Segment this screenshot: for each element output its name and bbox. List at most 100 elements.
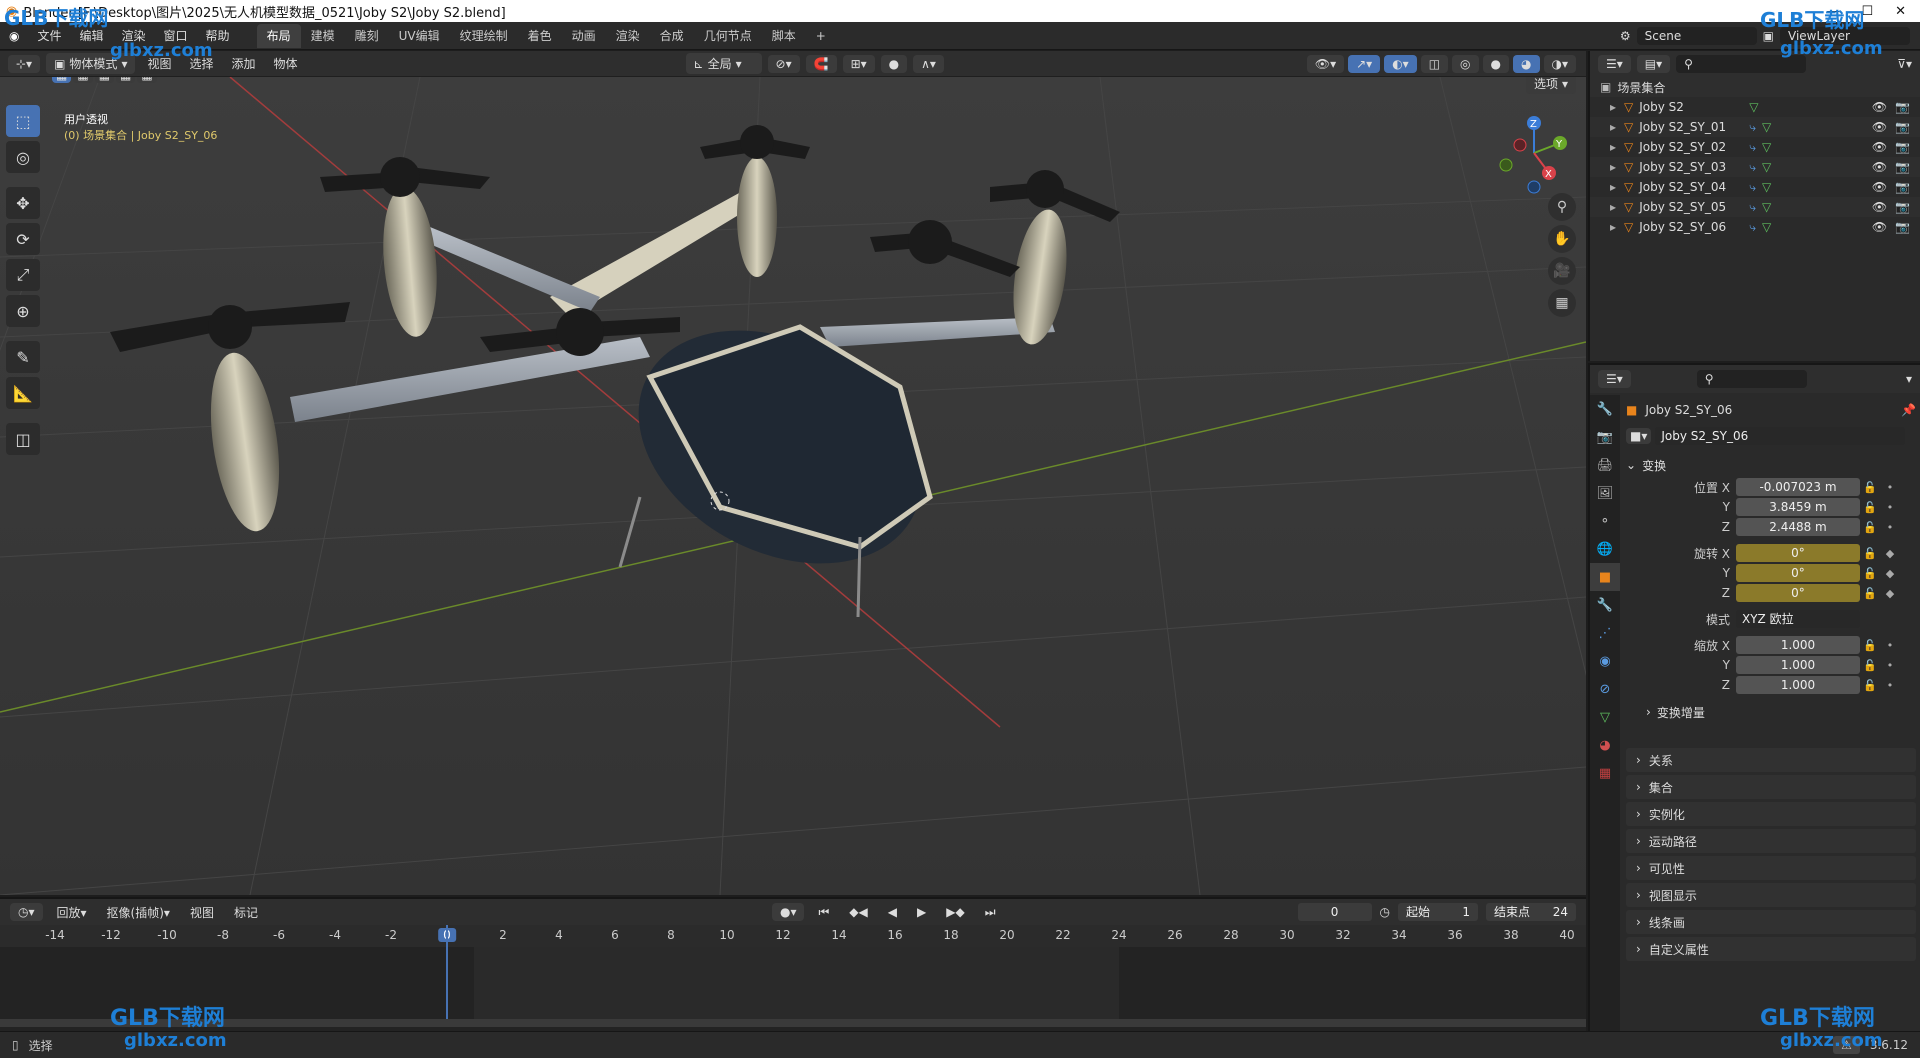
lock-icon[interactable]: 🔓 (1860, 521, 1880, 534)
output-tab-icon[interactable]: 🖨 (1590, 451, 1620, 479)
eye-icon[interactable]: 👁 (1872, 120, 1887, 134)
lock-icon[interactable]: 🔓 (1860, 501, 1880, 514)
chevron-right-icon[interactable]: ▸ (1610, 160, 1616, 174)
play-icon[interactable]: ▶ (911, 905, 932, 919)
properties-search-input[interactable]: ⚲ (1696, 370, 1807, 388)
keyframe-dot-icon[interactable]: • (1880, 679, 1900, 692)
tab-texture-paint[interactable]: 纹理绘制 (450, 24, 518, 48)
keying-menu[interactable]: 抠像(插帧)▾ (101, 904, 176, 921)
location-y-field[interactable]: 3.8459 m (1736, 498, 1860, 516)
modifier-icon[interactable]: ⤷ (1749, 120, 1756, 135)
scale-z-field[interactable]: 1.000 (1736, 676, 1860, 694)
mesh-data-icon[interactable]: ▽ (1762, 200, 1771, 214)
properties-subpanel[interactable]: › 线条画 (1626, 910, 1916, 934)
move-tool-icon[interactable]: ✥ (6, 187, 40, 219)
object-browse-icon[interactable]: ■▾ (1626, 428, 1652, 444)
chevron-right-icon[interactable]: ▸ (1610, 140, 1616, 154)
lock-icon[interactable]: 🔓 (1860, 587, 1880, 600)
select-new-icon[interactable]: ▦ (52, 77, 72, 83)
frame-range-area[interactable] (474, 947, 1119, 1027)
annotate-tool-icon[interactable]: ✎ (6, 341, 40, 373)
snap-button[interactable]: 🧲 (805, 54, 837, 73)
keyframe-dot-icon[interactable]: • (1880, 501, 1900, 514)
xray-button[interactable]: ◫ (1420, 54, 1449, 73)
select-subtract-icon[interactable]: ▦ (94, 77, 115, 83)
chevron-right-icon[interactable]: ▸ (1610, 180, 1616, 194)
particles-tab-icon[interactable]: ⋰ (1590, 619, 1620, 647)
close-icon[interactable]: ✕ (1895, 4, 1906, 19)
jump-end-icon[interactable]: ⏭ (979, 905, 1002, 920)
chevron-right-icon[interactable]: ▸ (1610, 220, 1616, 234)
modifier-tab-icon[interactable]: 🔧 (1590, 591, 1620, 619)
cursor-tool-icon[interactable]: ◎ (6, 141, 40, 173)
select-invert-icon[interactable]: ▦ (116, 77, 136, 83)
lock-icon[interactable]: 🔓 (1860, 679, 1880, 692)
proportional-edit-button[interactable]: ● (880, 54, 908, 73)
timeline-editor-type-button[interactable]: ◷▾ (10, 903, 43, 921)
world-tab-icon[interactable]: 🌐 (1590, 535, 1620, 563)
lock-icon[interactable]: 🔓 (1860, 659, 1880, 672)
rotation-y-field[interactable]: 0° (1736, 564, 1860, 582)
start-frame-field[interactable]: 起始 1 (1398, 903, 1478, 921)
wireframe-shading-button[interactable]: ◎ (1452, 54, 1479, 73)
view-layer-tab-icon[interactable]: 🖼 (1590, 479, 1620, 507)
lock-icon[interactable]: 🔓 (1860, 547, 1880, 560)
tab-uv-editing[interactable]: UV编辑 (389, 24, 450, 48)
gizmo-toggle-button[interactable]: ↗▾ (1348, 54, 1381, 73)
render-camera-icon[interactable]: 📷 (1895, 220, 1910, 234)
modifier-icon[interactable]: ⤷ (1749, 220, 1756, 235)
render-camera-icon[interactable]: 📷 (1895, 180, 1910, 194)
object-name-field[interactable]: Joby S2_SY_06 (1655, 427, 1906, 445)
scale-tool-icon[interactable]: ⤢ (6, 259, 40, 291)
timeline-scrollbar[interactable] (0, 1019, 1586, 1027)
properties-subpanel[interactable]: › 实例化 (1626, 802, 1916, 826)
playback-menu[interactable]: 回放▾ (51, 904, 93, 921)
select-box-tool-icon[interactable]: ⬚ (6, 105, 40, 137)
keyframe-diamond-icon[interactable]: ◆ (1880, 547, 1900, 560)
rotate-tool-icon[interactable]: ⟳ (6, 223, 40, 255)
preview-range-icon[interactable]: ◷ (1380, 905, 1390, 919)
outliner-item[interactable]: ▸ ▽ Joby S2_SY_06 ⤷ ▽ 👁 📷 (1590, 217, 1920, 237)
object-tab-icon[interactable]: ■ (1590, 563, 1620, 591)
mesh-data-icon[interactable]: ▽ (1762, 220, 1771, 234)
pivot-point-button[interactable]: ⊘▾ (767, 54, 800, 73)
keyframe-dot-icon[interactable]: • (1880, 521, 1900, 534)
properties-subpanel[interactable]: › 运动路径 (1626, 829, 1916, 853)
lock-icon[interactable]: 🔓 (1860, 567, 1880, 580)
transform-panel-header[interactable]: ⌄ 变换 (1626, 453, 1916, 477)
outliner-item[interactable]: ▸ ▽ Joby S2_SY_01 ⤷ ▽ 👁 📷 (1590, 117, 1920, 137)
eye-icon[interactable]: 👁 (1872, 100, 1887, 114)
chevron-right-icon[interactable]: ▸ (1610, 100, 1616, 114)
tab-compositing[interactable]: 合成 (650, 24, 694, 48)
playhead-line[interactable] (446, 925, 448, 1027)
render-camera-icon[interactable]: 📷 (1895, 120, 1910, 134)
timeline-view-menu[interactable]: 视图 (184, 904, 220, 921)
eye-icon[interactable]: 👁 (1872, 200, 1887, 214)
properties-editor-type-button[interactable]: ☰▾ (1598, 370, 1631, 388)
scale-x-field[interactable]: 1.000 (1736, 636, 1860, 654)
keyframe-dot-icon[interactable]: • (1880, 639, 1900, 652)
chevron-right-icon[interactable]: ▸ (1610, 200, 1616, 214)
scene-icon[interactable]: ⚙ (1620, 29, 1631, 43)
eye-icon[interactable]: 👁 (1872, 180, 1887, 194)
lock-icon[interactable]: 🔓 (1860, 481, 1880, 494)
modifier-icon[interactable]: ⤷ (1749, 200, 1756, 215)
keyframe-dot-icon[interactable]: • (1880, 659, 1900, 672)
keyframe-diamond-icon[interactable]: ◆ (1880, 587, 1900, 600)
filter-icon[interactable]: ⊽▾ (1897, 57, 1920, 71)
end-frame-field[interactable]: 结束点 24 (1486, 903, 1576, 921)
render-tab-icon[interactable]: 📷 (1590, 423, 1620, 451)
select-extend-icon[interactable]: ▦ (73, 77, 93, 83)
jump-start-icon[interactable]: ⏮ (812, 905, 835, 920)
auto-keying-button[interactable]: ●▾ (771, 903, 805, 921)
rotation-x-field[interactable]: 0° (1736, 544, 1860, 562)
modifier-icon[interactable]: ⤷ (1749, 140, 1756, 155)
mesh-data-icon[interactable]: ▽ (1749, 100, 1758, 114)
tab-animation[interactable]: 动画 (562, 24, 606, 48)
falloff-button[interactable]: ∧▾ (913, 54, 944, 73)
rotation-z-field[interactable]: 0° (1736, 584, 1860, 602)
menu-add[interactable]: 添加 (226, 55, 262, 72)
editor-type-button[interactable]: ⊹▾ (8, 54, 41, 73)
zoom-icon[interactable]: ⚲ (1548, 193, 1576, 221)
scale-y-field[interactable]: 1.000 (1736, 656, 1860, 674)
